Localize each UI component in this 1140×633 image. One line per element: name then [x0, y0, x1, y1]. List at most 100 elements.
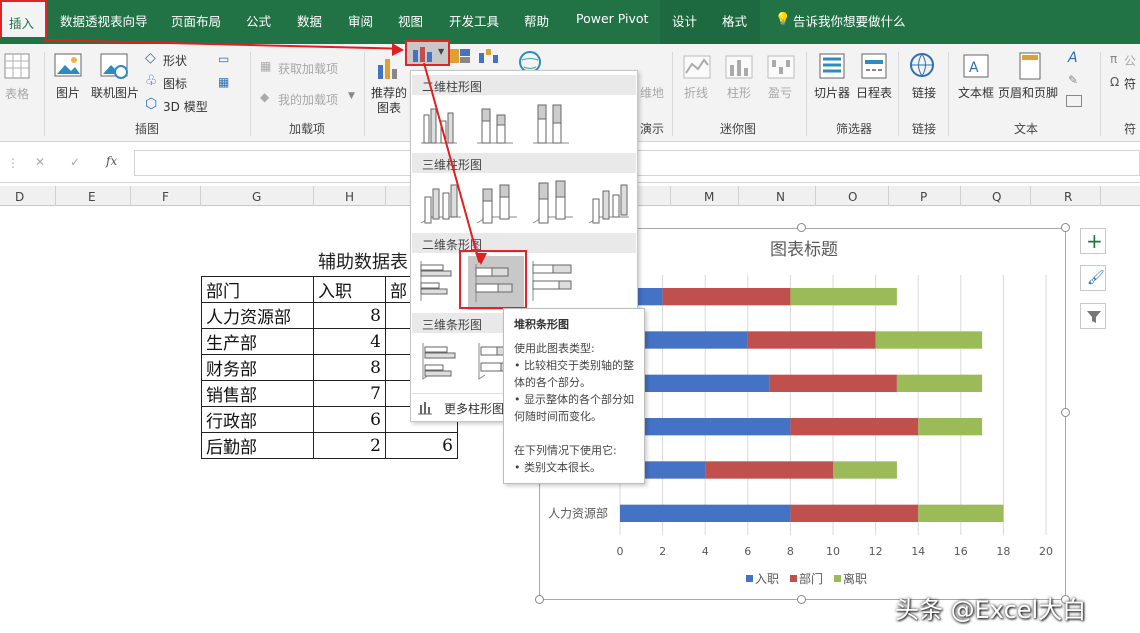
- chart-styles-button[interactable]: 🖌: [1080, 265, 1106, 291]
- cell-hired[interactable]: 8: [313, 354, 386, 381]
- column-header[interactable]: G: [252, 190, 261, 204]
- enter-icon[interactable]: ✓: [70, 155, 80, 169]
- chart-resize-handle[interactable]: [1061, 223, 1070, 232]
- online-picture-button[interactable]: 联机图片: [91, 84, 139, 101]
- wordart-icon[interactable]: A: [1068, 50, 1078, 66]
- tab-formulas[interactable]: 公式: [246, 11, 271, 30]
- symbol-label-fragment[interactable]: 符: [1124, 75, 1136, 92]
- picture-button[interactable]: 图片: [56, 84, 80, 101]
- textbox-button[interactable]: 文本框: [958, 84, 994, 101]
- bar-segment: [918, 418, 983, 436]
- column-header[interactable]: O: [848, 190, 857, 204]
- cell-dept[interactable]: 财务部: [201, 354, 314, 381]
- tell-me-search[interactable]: 告诉我你想要做什么: [793, 11, 906, 30]
- waterfall-chart-icon[interactable]: [478, 47, 504, 65]
- column-header[interactable]: N: [776, 190, 785, 204]
- 3d-column-icon[interactable]: [587, 179, 631, 227]
- tab-power-pivot[interactable]: Power Pivot: [576, 11, 648, 26]
- sparkline-winloss-button[interactable]: 盈亏: [768, 84, 792, 101]
- bar-segment: [790, 504, 919, 522]
- pi-equation-icon[interactable]: π: [1110, 52, 1117, 66]
- column-header[interactable]: M: [704, 190, 714, 204]
- cell-dept-val[interactable]: 6: [385, 432, 458, 459]
- cell-dept[interactable]: 人力资源部: [201, 302, 314, 329]
- x-tick-label: 6: [744, 545, 751, 558]
- header-cell[interactable]: 部门: [201, 276, 314, 303]
- 3d-percent-stacked-column-icon[interactable]: [531, 179, 575, 227]
- shapes-icon: ◇: [145, 50, 156, 66]
- cell-dept[interactable]: 生产部: [201, 328, 314, 355]
- chart-resize-handle[interactable]: [797, 223, 806, 232]
- group-sparklines-label: 迷你图: [720, 122, 757, 136]
- shapes-button[interactable]: 形状: [163, 52, 187, 69]
- omega-symbol-icon[interactable]: Ω: [1110, 75, 1119, 89]
- signature-icon[interactable]: ✎: [1068, 73, 1078, 87]
- link-button[interactable]: 链接: [912, 84, 936, 101]
- get-addins-button[interactable]: 获取加载项: [278, 60, 338, 77]
- bar-segment: [705, 461, 833, 479]
- chart-resize-handle[interactable]: [1061, 408, 1070, 417]
- recommended-charts-icon: [378, 59, 397, 79]
- percent-stacked-bar-icon[interactable]: [531, 259, 575, 303]
- 3d-stacked-column-icon[interactable]: [475, 179, 519, 227]
- cell-dept[interactable]: 销售部: [201, 380, 314, 407]
- sparkline-column-button[interactable]: 柱形: [727, 84, 751, 101]
- tab-format[interactable]: 格式: [722, 11, 747, 30]
- tab-data[interactable]: 数据: [297, 11, 322, 30]
- sparkline-line-button[interactable]: 折线: [684, 84, 708, 101]
- tab-view[interactable]: 视图: [398, 11, 423, 30]
- chart-resize-handle[interactable]: [797, 595, 806, 604]
- my-addins-button[interactable]: 我的加载项: [278, 91, 338, 108]
- cell-hired[interactable]: 2: [313, 432, 386, 459]
- smartart-icon[interactable]: ▦: [218, 75, 229, 89]
- column-header[interactable]: H: [345, 190, 354, 204]
- slicer-button[interactable]: 切片器: [814, 84, 850, 101]
- tab-review[interactable]: 审阅: [348, 11, 373, 30]
- bar-segment: [918, 504, 1004, 522]
- stacked-column-icon[interactable]: [475, 101, 515, 145]
- tab-pivot-wizard[interactable]: 数据透视表向导: [60, 11, 148, 30]
- legend-swatch: [790, 575, 797, 582]
- 3d-model-button[interactable]: 3D 模型: [163, 98, 208, 115]
- insert-function-icon[interactable]: fx: [106, 154, 117, 168]
- table-button[interactable]: 表格: [5, 85, 29, 102]
- cell-hired[interactable]: 6: [313, 406, 386, 433]
- tab-developer[interactable]: 开发工具: [449, 11, 499, 30]
- chart-elements-button[interactable]: +: [1080, 228, 1106, 254]
- column-header[interactable]: F: [162, 190, 169, 204]
- cell-dept[interactable]: 行政部: [201, 406, 314, 433]
- insert-column-bar-chart-button[interactable]: ▼: [405, 40, 450, 66]
- equation-label-fragment[interactable]: 公: [1124, 52, 1136, 69]
- header-cell[interactable]: 入职: [313, 276, 386, 303]
- column-header[interactable]: D: [15, 190, 24, 204]
- column-header[interactable]: P: [920, 190, 927, 204]
- cell-hired[interactable]: 8: [313, 302, 386, 329]
- percent-stacked-column-icon[interactable]: [531, 101, 571, 145]
- cancel-icon[interactable]: ✕: [35, 155, 45, 169]
- tab-design[interactable]: 设计: [672, 11, 697, 30]
- tab-page-layout[interactable]: 页面布局: [171, 11, 221, 30]
- screenshot-icon[interactable]: ▭: [218, 52, 229, 66]
- tab-insert[interactable]: 插入: [0, 0, 47, 37]
- chevron-down-icon[interactable]: ▼: [348, 91, 355, 101]
- tooltip-title: 堆积条形图: [514, 318, 569, 331]
- column-header[interactable]: Q: [992, 190, 1001, 204]
- column-header[interactable]: E: [88, 190, 96, 204]
- 3d-clustered-bar-icon[interactable]: [419, 339, 463, 383]
- chart-title[interactable]: 图表标题: [770, 240, 838, 260]
- tab-help[interactable]: 帮助: [524, 11, 549, 30]
- 3d-map-label-fragment[interactable]: 维地: [640, 84, 664, 101]
- timeline-button[interactable]: 日程表: [856, 84, 892, 101]
- header-footer-button[interactable]: 页眉和页脚: [998, 84, 1058, 101]
- column-header[interactable]: R: [1064, 190, 1072, 204]
- clustered-bar-icon[interactable]: [419, 259, 459, 303]
- cell-dept[interactable]: 后勤部: [201, 432, 314, 459]
- recommended-charts-label-2[interactable]: 图表: [377, 99, 401, 116]
- icons-button[interactable]: 图标: [163, 75, 187, 92]
- chart-filters-button[interactable]: [1080, 303, 1106, 329]
- cell-hired[interactable]: 4: [313, 328, 386, 355]
- object-icon[interactable]: [1066, 95, 1082, 107]
- cell-hired[interactable]: 7: [313, 380, 386, 407]
- hierarchy-chart-icon[interactable]: [449, 47, 473, 65]
- chart-resize-handle[interactable]: [535, 595, 544, 604]
